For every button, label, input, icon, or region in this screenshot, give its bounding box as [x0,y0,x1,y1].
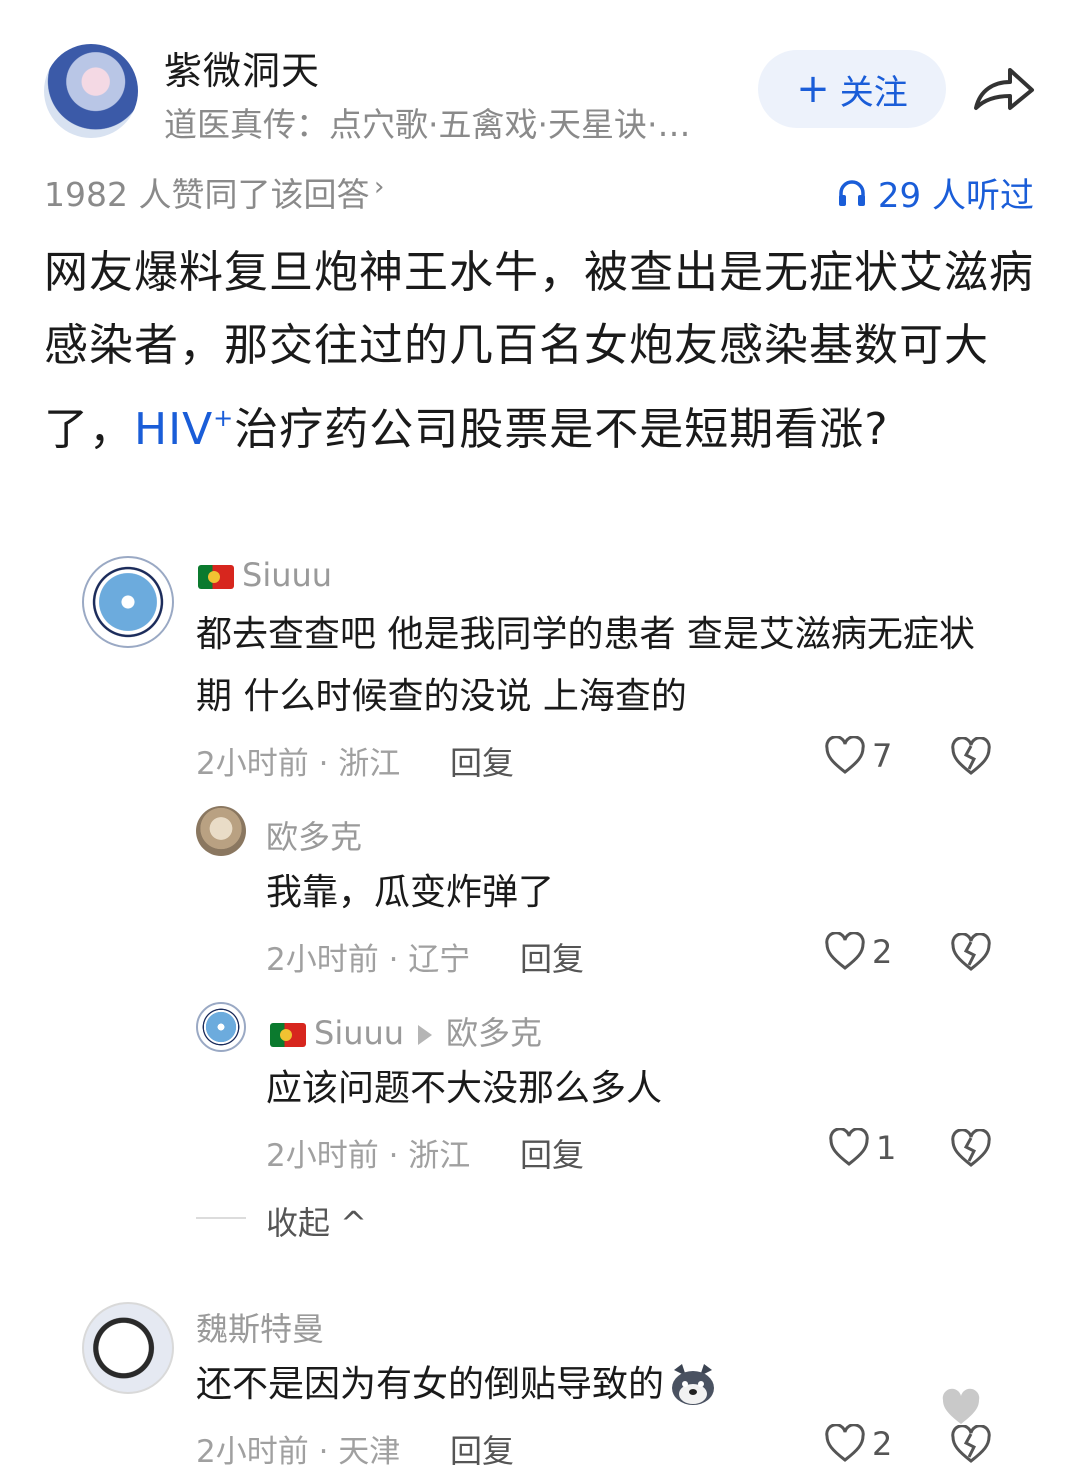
divider [196,1217,246,1219]
comment-username[interactable]: 欧多克 [266,812,362,858]
comment-username[interactable]: Siuuu [198,556,332,594]
heart-icon [825,932,865,970]
commenter-avatar[interactable] [82,556,174,648]
sparkle-icon: + [213,404,235,432]
agree-count[interactable]: 1982 人赞同了该回答 [44,168,369,216]
comment-username[interactable]: 魏斯特曼 [196,1304,324,1350]
headphones-icon [838,179,865,206]
like-button[interactable]: 2 [824,1424,892,1464]
hiv-link[interactable]: HIV+ [134,404,234,455]
reply-button[interactable]: 回复 [520,934,584,980]
username-text: Siuuu [314,1014,405,1052]
like-button[interactable]: 2 [824,932,892,972]
comment-meta: 2小时前 · 天津 [196,1434,401,1470]
comment-text: 我靠，瓜变炸弹了 [266,872,555,913]
dislike-icon[interactable] [950,1425,992,1465]
reply-to-username[interactable]: 欧多克 [446,1014,542,1052]
reply-button[interactable]: 回复 [450,738,514,784]
dislike-icon[interactable] [950,737,992,777]
like-count: 1 [876,1129,897,1167]
like-button[interactable]: 1 [828,1128,896,1168]
husky-emoji-icon [672,1364,715,1405]
author-bio: 道医真传：点穴歌·五禽戏·天星诀·… [164,105,691,144]
reply-button[interactable]: 回复 [450,1426,514,1472]
floating-heart-icon [942,1388,980,1424]
dislike-icon[interactable] [950,933,992,973]
heart-icon [825,1424,865,1462]
share-icon[interactable] [970,62,1036,116]
comment-text: 应该问题不大没那么多人 [266,1068,663,1109]
username-text: Siuuu [242,556,333,594]
portugal-flag-icon [198,565,234,589]
commenter-avatar[interactable] [82,1302,174,1394]
comment-username[interactable]: Siuuu 欧多克 [270,1008,542,1054]
comment-text: 都去查查吧 他是我同学的患者 查是艾滋病无症状期 什么时候查的没说 上海查的 [196,614,975,717]
portugal-flag-icon [270,1023,306,1047]
listen-count[interactable]: 29 人听过 [836,168,1034,217]
comment-meta: 2小时前 · 辽宁 [266,942,471,978]
hiv-link-text[interactable]: HIV [134,404,213,455]
commenter-avatar[interactable] [196,806,246,856]
answer-text-end: 治疗药公司股票是不是短期看涨? [234,404,889,455]
author-name[interactable]: 紫微洞天 [164,40,320,95]
commenter-avatar[interactable] [196,1002,246,1052]
author-avatar[interactable] [44,44,138,138]
comment-text-content: 还不是因为有女的倒贴导致的 [196,1364,665,1405]
like-count: 7 [872,737,893,775]
like-button[interactable]: 7 [824,736,892,776]
answer-body: 网友爆料复旦炮神王水牛，被查出是无症状艾滋病感染者，那交往过的几百名女炮友感染基… [44,236,1034,466]
listen-text: 29 人听过 [877,176,1034,216]
chevron-right-icon[interactable]: › [374,172,384,202]
play-arrow-icon [418,1025,433,1045]
follow-label: 关注 [839,72,908,113]
heart-icon [825,736,865,774]
follow-button[interactable]: + 关注 [758,50,946,128]
like-count: 2 [872,933,893,971]
reply-button[interactable]: 回复 [520,1130,584,1176]
dislike-icon[interactable] [950,1129,992,1169]
heart-icon [829,1128,869,1166]
comment-meta: 2小时前 · 浙江 [196,746,401,782]
comment-text: 还不是因为有女的倒贴导致的 [196,1354,896,1416]
like-count: 2 [872,1425,893,1463]
collapse-replies-button[interactable]: 收起 ^ [266,1198,367,1244]
plus-icon: + [796,66,830,112]
comment-meta: 2小时前 · 浙江 [266,1138,471,1174]
